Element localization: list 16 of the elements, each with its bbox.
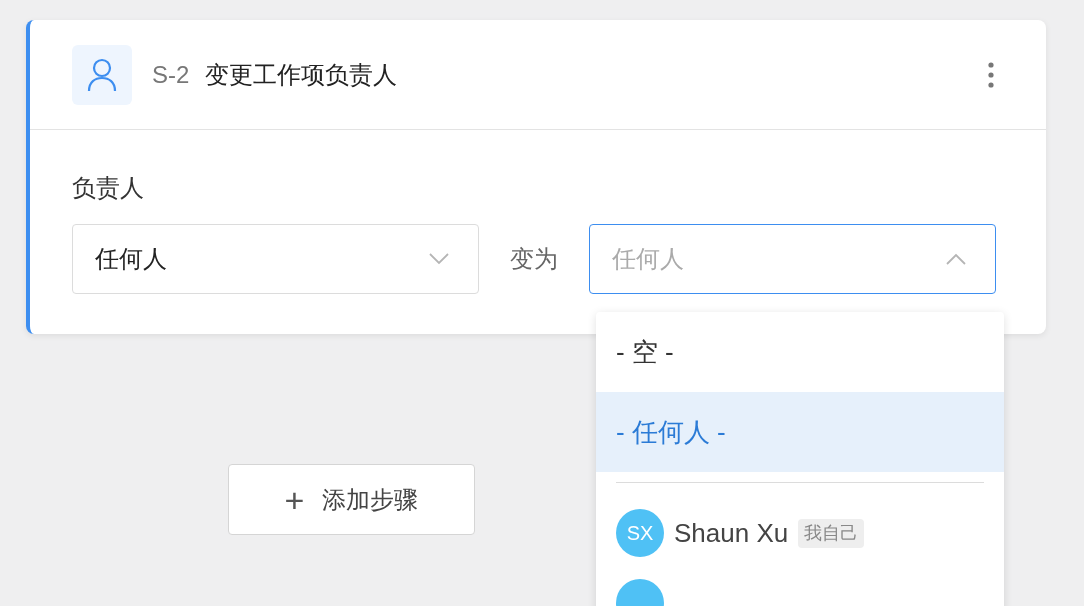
chevron-up-icon: [945, 253, 967, 265]
dropdown-option[interactable]: - 任何人 -: [596, 392, 1004, 472]
avatar: SX: [616, 509, 664, 557]
assignee-select[interactable]: 任何人: [72, 224, 479, 294]
more-icon[interactable]: [988, 61, 994, 88]
self-tag: 我自己: [798, 518, 865, 548]
user-icon: [72, 44, 132, 105]
chevron-down-icon: [428, 253, 450, 265]
user-option[interactable]: SX Shaun Xu 我自己: [596, 493, 1004, 573]
user-name: Shaun Xu: [674, 516, 789, 550]
connector-label: 变为: [510, 244, 558, 274]
add-step-button[interactable]: + 添加步骤: [228, 464, 475, 535]
step-title: 变更工作项负责人: [205, 59, 398, 90]
step-code: S-2: [152, 59, 190, 90]
field-label: 负责人: [72, 176, 145, 200]
dropdown-option[interactable]: - 空 -: [596, 312, 1004, 392]
